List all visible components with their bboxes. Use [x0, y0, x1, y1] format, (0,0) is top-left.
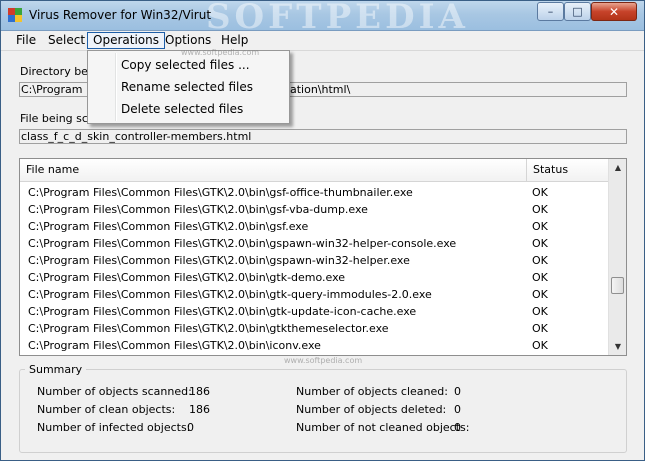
row-status: OK — [532, 288, 548, 301]
row-status: OK — [532, 271, 548, 284]
menu-select[interactable]: Select — [43, 32, 90, 49]
table-row[interactable]: C:\Program Files\Common Files\GTK\2.0\bi… — [20, 252, 608, 269]
row-status: OK — [532, 237, 548, 250]
close-button[interactable]: ✕ — [591, 2, 637, 21]
scroll-down-arrow-icon[interactable]: ▼ — [609, 338, 626, 355]
stat-cleaned-label: Number of objects cleaned: — [296, 385, 448, 398]
menu-file[interactable]: File — [11, 32, 41, 49]
summary-title: Summary — [25, 363, 87, 376]
table-row[interactable]: C:\Program Files\Common Files\GTK\2.0\bi… — [20, 320, 608, 337]
table-row[interactable]: C:\Program Files\Common Files\GTK\2.0\bi… — [20, 184, 608, 201]
row-status: OK — [532, 305, 548, 318]
row-status: OK — [532, 186, 548, 199]
stat-infected-value: 0 — [187, 421, 194, 434]
stat-deleted-label: Number of objects deleted: — [296, 403, 447, 416]
stat-cleaned-value: 0 — [454, 385, 461, 398]
row-file-name: C:\Program Files\Common Files\GTK\2.0\bi… — [28, 237, 457, 250]
table-row[interactable]: C:\Program Files\Common Files\GTK\2.0\bi… — [20, 303, 608, 320]
row-file-name: C:\Program Files\Common Files\GTK\2.0\bi… — [28, 288, 432, 301]
maximize-button[interactable]: □ — [564, 2, 591, 21]
menu-operations[interactable]: Operations — [87, 32, 165, 49]
list-scrollbar[interactable]: ▲ ▼ — [608, 159, 626, 355]
file-scan-field[interactable]: class_f_c_d_skin_controller-members.html — [19, 129, 627, 144]
menu-item-copy-selected[interactable]: Copy selected files ... — [121, 58, 250, 72]
menu-gutter — [115, 53, 117, 121]
directory-value-right: ation\html\ — [290, 83, 351, 96]
stat-clean-label: Number of clean objects: — [37, 403, 176, 416]
scroll-thumb[interactable] — [611, 277, 624, 294]
watermark-small: www.softpedia.com — [284, 356, 363, 365]
app-window: SOFTPEDIA Virus Remover for Win32/Virut … — [0, 0, 645, 461]
table-row[interactable]: C:\Program Files\Common Files\GTK\2.0\bi… — [20, 235, 608, 252]
list-header: File name Status — [20, 159, 608, 182]
column-status[interactable]: Status — [527, 159, 608, 181]
list-rows: C:\Program Files\Common Files\GTK\2.0\bi… — [20, 184, 608, 354]
row-status: OK — [532, 322, 548, 335]
title-bar[interactable]: SOFTPEDIA Virus Remover for Win32/Virut … — [1, 1, 644, 37]
stat-scanned-label: Number of objects scanned: — [37, 385, 192, 398]
row-file-name: C:\Program Files\Common Files\GTK\2.0\bi… — [28, 186, 413, 199]
menu-bar: File Select Operations Options Help — [1, 31, 644, 51]
stat-scanned-value: 186 — [189, 385, 210, 398]
table-row[interactable]: C:\Program Files\Common Files\GTK\2.0\bi… — [20, 269, 608, 286]
app-logo-icon — [8, 8, 22, 22]
row-file-name: C:\Program Files\Common Files\GTK\2.0\bi… — [28, 254, 410, 267]
table-row[interactable]: C:\Program Files\Common Files\GTK\2.0\bi… — [20, 201, 608, 218]
directory-value-left: C:\Program Fi — [21, 83, 95, 96]
table-row[interactable]: C:\Program Files\Common Files\GTK\2.0\bi… — [20, 337, 608, 354]
table-row[interactable]: C:\Program Files\Common Files\GTK\2.0\bi… — [20, 286, 608, 303]
stat-infected-label: Number of infected objects: — [37, 421, 191, 434]
watermark-small: www.softpedia.com — [181, 48, 260, 57]
menu-item-delete-selected[interactable]: Delete selected files — [121, 102, 243, 116]
scroll-up-arrow-icon[interactable]: ▲ — [609, 159, 626, 176]
table-row[interactable]: C:\Program Files\Common Files\GTK\2.0\bi… — [20, 218, 608, 235]
row-status: OK — [532, 220, 548, 233]
row-file-name: C:\Program Files\Common Files\GTK\2.0\bi… — [28, 220, 309, 233]
stat-not-cleaned-value: 0 — [454, 421, 461, 434]
stat-clean-value: 186 — [189, 403, 210, 416]
menu-item-rename-selected[interactable]: Rename selected files — [121, 80, 253, 94]
operations-dropdown-menu: Copy selected files ... Rename selected … — [87, 50, 290, 124]
file-list[interactable]: File name Status C:\Program Files\Common… — [19, 158, 627, 356]
row-status: OK — [532, 254, 548, 267]
stat-deleted-value: 0 — [454, 403, 461, 416]
row-file-name: C:\Program Files\Common Files\GTK\2.0\bi… — [28, 271, 346, 284]
stat-not-cleaned-label: Number of not cleaned objects: — [296, 421, 470, 434]
row-file-name: C:\Program Files\Common Files\GTK\2.0\bi… — [28, 203, 368, 216]
row-status: OK — [532, 203, 548, 216]
minimize-button[interactable]: – — [537, 2, 564, 21]
row-status: OK — [532, 339, 548, 352]
column-file-name[interactable]: File name — [20, 159, 527, 181]
menu-options[interactable]: Options — [160, 32, 216, 49]
row-file-name: C:\Program Files\Common Files\GTK\2.0\bi… — [28, 322, 389, 335]
menu-help[interactable]: Help — [216, 32, 253, 49]
window-title: Virus Remover for Win32/Virut — [29, 8, 212, 22]
row-file-name: C:\Program Files\Common Files\GTK\2.0\bi… — [28, 339, 321, 352]
row-file-name: C:\Program Files\Common Files\GTK\2.0\bi… — [28, 305, 417, 318]
